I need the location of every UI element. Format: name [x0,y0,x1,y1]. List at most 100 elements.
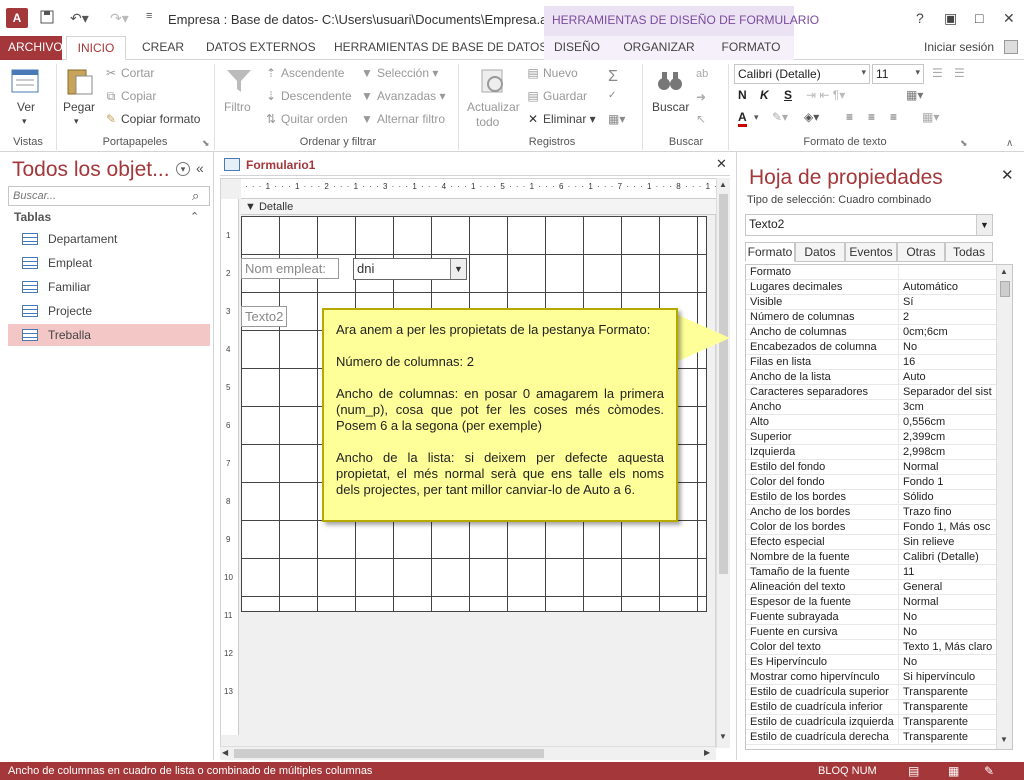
property-value[interactable]: No [899,655,995,669]
property-value[interactable]: Transparente [899,715,995,729]
property-value[interactable]: Sin relieve [899,535,995,549]
binoculars-icon[interactable] [655,66,685,96]
scroll-left-icon[interactable]: ◀ [222,748,228,757]
tab-datos[interactable]: Datos [795,242,845,262]
paste-dropdown-icon[interactable]: ▾ [74,116,79,127]
property-row[interactable]: Visible Sí [746,295,1012,310]
nav-section-tables[interactable]: Tablas [14,210,51,224]
bold-button[interactable]: N [738,88,747,102]
find-button[interactable]: Buscar [652,100,689,114]
refresh-all-button-line2[interactable]: todo [476,115,499,129]
nav-collapse-icon[interactable]: « [196,160,204,176]
property-row[interactable]: Color del fondo Fondo 1 [746,475,1012,490]
more-records-icon[interactable]: ▦▾ [608,112,625,126]
property-row[interactable]: Estilo de cuadrícula izquierda Transparen… [746,715,1012,730]
hscroll-thumb[interactable] [234,749,544,758]
underline-button[interactable]: S [784,88,792,102]
combo-dropdown-icon[interactable]: ▼ [450,259,466,279]
property-row[interactable]: Ancho de la lista Auto [746,370,1012,385]
fill-color-icon[interactable]: ◈▾ [804,110,820,127]
search-icon[interactable]: ⌕ [192,188,199,204]
close-button[interactable]: ✕ [1003,10,1015,27]
property-value[interactable]: Texto 1, Más claro [899,640,995,654]
collapse-ribbon-icon[interactable]: ∧ [1006,138,1013,149]
nav-item-familiar[interactable]: Familiar [8,276,210,298]
property-value[interactable]: Automático [899,280,995,294]
property-value[interactable]: 2,998cm [899,445,995,459]
nav-item-empleat[interactable]: Empleat [8,252,210,274]
layout-view-icon[interactable]: ▦ [948,764,959,778]
property-row[interactable]: Lugares decimales Automático [746,280,1012,295]
new-record-button[interactable]: ▤ Nuevo [526,66,577,80]
delete-button[interactable]: ✕ Eliminar ▾ [526,112,596,126]
property-value[interactable]: Normal [899,460,995,474]
property-value[interactable]: 0cm;6cm [899,325,995,339]
property-value[interactable]: Si hipervínculo [899,670,995,684]
tab-formato-props[interactable]: Formato [745,242,795,262]
tab-crear[interactable]: CREAR [134,36,192,60]
nav-item-treballa[interactable]: Treballa [8,324,210,346]
property-row[interactable]: Espesor de la fuente Normal [746,595,1012,610]
property-value[interactable]: Transparente [899,685,995,699]
alt-row-color-icon[interactable]: ▦▾ [922,110,939,124]
tab-datos-externos[interactable]: DATOS EXTERNOS [198,36,324,60]
close-document-icon[interactable]: ✕ [716,156,727,172]
close-property-sheet-icon[interactable]: ✕ [1001,166,1014,184]
vertical-scrollbar[interactable]: ▲ ▼ [716,178,730,748]
refresh-all-button[interactable]: Actualizar [467,100,520,114]
property-row[interactable]: Estilo del fondo Normal [746,460,1012,475]
property-row[interactable]: Encabezados de columna No [746,340,1012,355]
scroll-up-icon[interactable]: ▲ [1000,267,1008,276]
selected-control-combo[interactable]: Texto2 ▼ [745,214,993,236]
property-row[interactable]: Alto 0,556cm [746,415,1012,430]
scroll-down-icon[interactable]: ▼ [1000,735,1008,744]
goto-icon[interactable]: ➜ [696,90,706,104]
nav-menu-icon[interactable]: ▾ [176,162,190,176]
selection-button[interactable]: ▼ Selección ▾ [360,66,438,80]
tab-diseno[interactable]: DISEÑO [544,36,610,60]
property-row[interactable]: Filas en lista 16 [746,355,1012,370]
tab-formato[interactable]: FORMATO [708,36,794,60]
nav-title[interactable]: Todos los objet... [12,158,170,182]
property-value[interactable]: No [899,340,995,354]
property-row[interactable]: Mostrar como hipervínculo Si hipervínculo [746,670,1012,685]
save-icon[interactable] [40,10,54,27]
property-value[interactable]: 16 [899,355,995,369]
property-value[interactable]: No [899,625,995,639]
scroll-down-icon[interactable]: ▼ [719,732,727,741]
spelling-icon[interactable]: ✓ [608,90,616,101]
document-tab[interactable]: Formulario1 ✕ [220,154,730,176]
align-center-icon[interactable]: ≡ [868,110,875,124]
redo-icon[interactable]: ↷▾ [110,10,129,27]
format-painter-button[interactable]: ✎ Copiar formato [104,112,200,126]
clipboard-launcher-icon[interactable]: ⬊ [202,138,210,149]
text-format-launcher-icon[interactable]: ⬊ [960,138,968,149]
property-value[interactable]: Normal [899,595,995,609]
font-size-combo[interactable]: 11 ▾ [872,64,924,84]
property-value[interactable]: 2,399cm [899,430,995,444]
filter-icon[interactable] [224,66,254,96]
toggle-filter-button[interactable]: ▼ Alternar filtro [360,112,445,126]
property-row[interactable]: Fuente subrayada No [746,610,1012,625]
tab-otras[interactable]: Otras [897,242,945,262]
font-name-combo[interactable]: Calibri (Detalle) ▾ [734,64,870,84]
customize-toolbar-icon[interactable]: ≡ [146,10,152,22]
property-scrollbar[interactable]: ▲ ▼ [996,265,1012,749]
property-row[interactable]: Estilo de los bordes Sólido [746,490,1012,505]
advanced-button[interactable]: ▼ Avanzadas ▾ [360,89,445,103]
property-row[interactable]: Superior 2,399cm [746,430,1012,445]
totals-icon[interactable]: Σ [608,68,618,86]
view-button[interactable]: Ver [17,100,35,114]
font-color-dropdown-icon[interactable]: ▾ [754,112,759,123]
property-row[interactable]: Ancho de los bordes Trazo fino [746,505,1012,520]
property-value[interactable]: Fondo 1, Más osc [899,520,995,534]
property-row[interactable]: Nombre de la fuente Calibri (Detalle) [746,550,1012,565]
property-row[interactable]: Número de columnas 2 [746,310,1012,325]
section-collapse-icon[interactable]: ⌃ [190,210,199,223]
property-value[interactable]: Transparente [899,730,995,744]
align-left-icon[interactable]: ≡ [846,110,853,124]
property-value[interactable]: 2 [899,310,995,324]
nav-search-input[interactable] [8,186,210,206]
restore-button[interactable]: □ [975,10,983,26]
replace-icon[interactable]: ab [696,68,708,80]
